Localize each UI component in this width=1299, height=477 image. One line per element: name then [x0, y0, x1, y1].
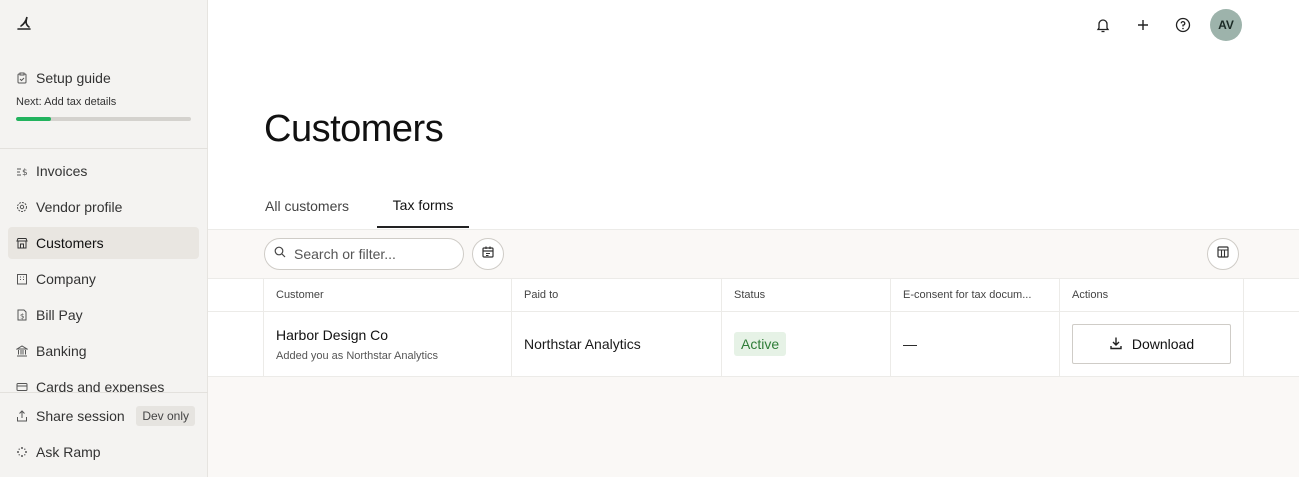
e-consent-cell: —: [890, 312, 1059, 376]
bell-icon[interactable]: [1094, 16, 1112, 34]
topbar-actions: AV: [1094, 9, 1242, 41]
search-box[interactable]: [264, 238, 464, 270]
store-icon: [16, 237, 28, 249]
column-settings-button[interactable]: [1207, 238, 1239, 270]
table-gutter: [1243, 312, 1299, 376]
sidebar-item-label: Cards and expenses: [36, 379, 165, 392]
table-row[interactable]: Harbor Design Co Added you as Northstar …: [208, 312, 1299, 377]
tab-bar: All customers Tax forms: [264, 184, 469, 230]
sidebar-item-label: Company: [36, 271, 96, 287]
ramp-logo-icon[interactable]: [16, 14, 34, 32]
header-status[interactable]: Status: [721, 279, 890, 311]
setup-guide-label: Setup guide: [36, 70, 111, 86]
header-customer[interactable]: Customer: [263, 279, 511, 311]
bill-icon: $: [16, 309, 28, 321]
sidebar-nav: $ Invoices Vendor profile Customers Comp…: [8, 155, 199, 392]
status-cell: Active: [721, 312, 890, 376]
share-icon: [16, 410, 28, 422]
sidebar-item-banking[interactable]: Banking: [8, 335, 199, 367]
columns-icon: [1216, 245, 1230, 264]
header-e-consent[interactable]: E-consent for tax docum...: [890, 279, 1059, 311]
sidebar-item-label: Customers: [36, 235, 104, 251]
table-header: Customer Paid to Status E-consent for ta…: [208, 279, 1299, 312]
tab-tax-forms[interactable]: Tax forms: [377, 184, 469, 228]
sidebar-divider: [0, 392, 208, 393]
plus-icon[interactable]: [1134, 16, 1152, 34]
sidebar-item-customers[interactable]: Customers: [8, 227, 199, 259]
ask-ramp-button[interactable]: Ask Ramp: [8, 436, 199, 468]
sparkle-icon: [16, 446, 28, 458]
page-title: Customers: [264, 108, 444, 150]
customer-name: Harbor Design Co: [276, 326, 389, 343]
setup-next-step: Next: Add tax details: [16, 96, 117, 108]
setup-progress-bar: [16, 117, 191, 121]
help-icon[interactable]: [1174, 16, 1192, 34]
avatar[interactable]: AV: [1210, 9, 1242, 41]
download-icon: [1109, 336, 1123, 353]
sidebar-item-label: Banking: [36, 343, 87, 359]
date-filter-button[interactable]: [472, 238, 504, 270]
dev-only-badge: Dev only: [136, 406, 195, 426]
search-input[interactable]: [294, 246, 454, 262]
sidebar-bottom: Share session Dev only Ask Ramp: [8, 400, 199, 472]
invoice-icon: $: [16, 165, 28, 177]
header-actions: Actions: [1059, 279, 1243, 311]
download-label: Download: [1131, 336, 1195, 352]
ask-ramp-label: Ask Ramp: [36, 444, 101, 460]
setup-progress-fill: [16, 117, 51, 121]
table-gutter: [208, 279, 263, 311]
customer-subtitle: Added you as Northstar Analytics: [276, 349, 439, 362]
share-session-label: Share session: [36, 408, 125, 424]
bank-icon: [16, 345, 28, 357]
sidebar-item-label: Invoices: [36, 163, 88, 179]
sidebar-item-bill-pay[interactable]: $ Bill Pay: [8, 299, 199, 331]
clipboard-icon: [16, 72, 28, 84]
calendar-icon: [481, 245, 495, 264]
table-gutter: [1243, 279, 1299, 311]
sidebar-item-label: Bill Pay: [36, 307, 83, 323]
building-icon: [16, 273, 28, 285]
table-gutter: [208, 312, 263, 376]
header-paid-to[interactable]: Paid to: [511, 279, 721, 311]
actions-cell: Download: [1059, 312, 1243, 376]
svg-text:$: $: [20, 313, 24, 321]
search-icon: [274, 245, 286, 263]
tax-forms-table: Customer Paid to Status E-consent for ta…: [208, 278, 1299, 377]
sidebar-divider: [0, 148, 208, 149]
gear-icon: [16, 201, 28, 213]
svg-text:$: $: [22, 168, 28, 177]
sidebar-item-vendor-profile[interactable]: Vendor profile: [8, 191, 199, 223]
tab-all-customers[interactable]: All customers: [264, 184, 377, 228]
share-session-button[interactable]: Share session Dev only: [8, 400, 199, 432]
customer-cell: Harbor Design Co Added you as Northstar …: [263, 312, 511, 376]
sidebar-item-label: Vendor profile: [36, 199, 123, 215]
card-icon: [16, 381, 28, 392]
sidebar-item-company[interactable]: Company: [8, 263, 199, 295]
paid-to-cell: Northstar Analytics: [511, 312, 721, 376]
setup-guide[interactable]: Setup guide Next: Add tax details: [16, 68, 192, 121]
sidebar-item-invoices[interactable]: $ Invoices: [8, 155, 199, 187]
sidebar-item-cards-and-expenses[interactable]: Cards and expenses: [8, 371, 199, 392]
sidebar: Setup guide Next: Add tax details $ Invo…: [0, 0, 208, 477]
status-badge: Active: [734, 332, 787, 356]
download-button[interactable]: Download: [1072, 324, 1231, 364]
